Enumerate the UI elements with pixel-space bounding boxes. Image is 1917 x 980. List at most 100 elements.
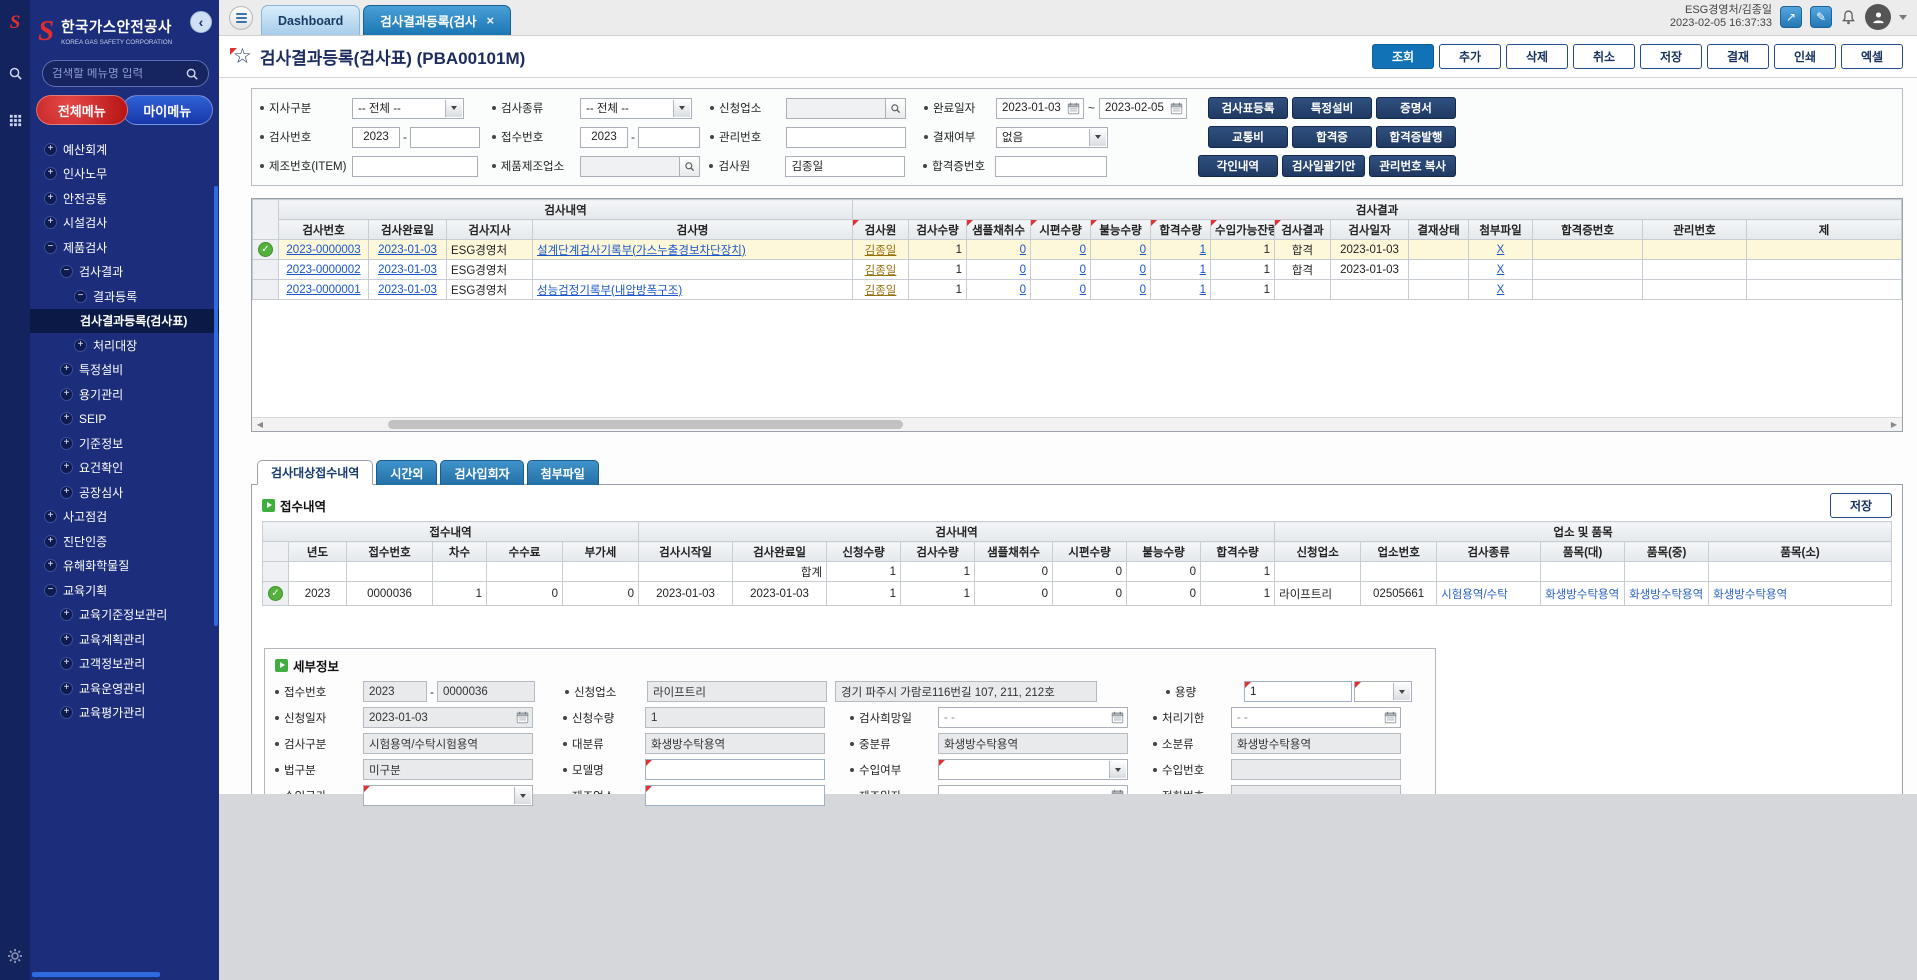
chevron-down-icon[interactable] (1089, 129, 1106, 146)
plus-icon[interactable] (44, 559, 57, 572)
maker-input[interactable] (580, 156, 680, 177)
scroll-right-arrow[interactable]: ▶ (1886, 418, 1902, 431)
all-menu-button[interactable]: 전체메뉴 (36, 95, 128, 125)
avatar[interactable] (1865, 4, 1891, 30)
complete-date-link[interactable]: 2023-01-03 (378, 284, 437, 296)
horizontal-scrollbar[interactable]: ◀ ▶ (252, 417, 1902, 431)
plus-icon[interactable] (60, 682, 73, 695)
sidebar-item[interactable]: 특정설비 (30, 358, 219, 383)
maker-input[interactable] (645, 785, 825, 806)
sidebar-item[interactable]: 인사노무 (30, 162, 219, 187)
chevron-down-icon[interactable] (1393, 683, 1410, 700)
my-menu-button[interactable]: 마이메뉴 (122, 95, 214, 125)
inspection-no-link[interactable]: 2023-0000003 (286, 244, 360, 256)
travel-fee-button[interactable]: 교통비 (1208, 126, 1288, 148)
complete-date-from[interactable]: 2023-01-03 (996, 98, 1084, 119)
cert-no-input[interactable] (995, 156, 1107, 177)
table-row[interactable]: 2023-0000002 2023-01-03 ESG경영처 김종일 1 0 0… (253, 260, 1902, 280)
sidebar-item[interactable]: 교육운영관리 (30, 676, 219, 701)
sidebar-item-current[interactable]: 검사결과등록(검사표) (30, 309, 219, 334)
certificate-button[interactable]: 증명서 (1376, 97, 1456, 119)
inspection-no-link[interactable]: 2023-0000001 (286, 284, 360, 296)
chevron-down-icon[interactable] (1899, 15, 1907, 20)
complete-date-link[interactable]: 2023-01-03 (378, 244, 437, 256)
plus-icon[interactable] (60, 461, 73, 474)
inspection-no-year-input[interactable] (352, 127, 400, 148)
plus-icon[interactable] (44, 192, 57, 205)
receipt-no-serial-input[interactable] (638, 127, 700, 148)
plus-icon[interactable] (60, 633, 73, 646)
receipt-no-year-input[interactable] (580, 127, 628, 148)
search-button[interactable]: 조회 (1372, 44, 1434, 69)
chevron-down-icon[interactable] (1109, 761, 1126, 778)
sidebar-item[interactable]: 안전공통 (30, 186, 219, 211)
attachment-link[interactable]: X (1497, 264, 1505, 276)
fail-link[interactable]: 0 (1140, 264, 1146, 276)
manage-no-copy-button[interactable]: 관리번호 복사 (1369, 155, 1456, 177)
row-select-cell[interactable] (253, 240, 279, 260)
inspection-kind-select[interactable]: -- 전체 -- (580, 98, 692, 119)
bell-icon[interactable] (1840, 9, 1857, 26)
engraving-history-button[interactable]: 각인내역 (1198, 155, 1278, 177)
sidebar-item[interactable]: 교육평가관리 (30, 701, 219, 726)
tab-receipt-detail[interactable]: 검사대상접수내역 (257, 460, 373, 485)
sidebar-horizontal-scrollbar[interactable] (32, 972, 160, 977)
sidebar-item[interactable]: 결과등록 (30, 284, 219, 309)
plus-icon[interactable] (60, 363, 73, 376)
maker-search-button[interactable] (680, 156, 700, 177)
inspector-link[interactable]: 김종일 (865, 265, 897, 277)
calendar-icon[interactable] (1170, 102, 1183, 115)
plus-icon[interactable] (60, 486, 73, 499)
attachment-link[interactable]: X (1497, 244, 1505, 256)
capacity-input[interactable]: 1 (1244, 681, 1352, 702)
model-input[interactable] (645, 759, 825, 780)
receipt-save-button[interactable]: 저장 (1830, 493, 1892, 518)
plus-icon[interactable] (60, 412, 73, 425)
sidebar-item[interactable]: 교육기준정보관리 (30, 603, 219, 628)
sidebar-item[interactable]: 예산회계 (30, 137, 219, 162)
applicant-search-button[interactable] (886, 98, 906, 119)
plus-icon[interactable] (44, 535, 57, 548)
import-yn-select[interactable] (938, 759, 1128, 780)
row-select-cell[interactable] (253, 280, 279, 300)
chevron-down-icon[interactable] (673, 100, 690, 117)
excel-button[interactable]: 엑셀 (1841, 44, 1903, 69)
save-button[interactable]: 저장 (1640, 44, 1702, 69)
menu-toggle-button[interactable] (229, 6, 253, 30)
delete-button[interactable]: 삭제 (1506, 44, 1568, 69)
sidebar-item[interactable]: 검사결과 (30, 260, 219, 285)
item-no-input[interactable] (352, 156, 478, 177)
applicant-input[interactable] (786, 98, 886, 119)
sidebar-item[interactable]: 교육계획관리 (30, 627, 219, 652)
sample-link[interactable]: 0 (1020, 264, 1026, 276)
inspection-name-link[interactable]: 설계단계검사기록부(가스누출경보차단장치) (537, 245, 746, 257)
sample-link[interactable]: 0 (1020, 244, 1026, 256)
sidebar-item[interactable]: 기준정보 (30, 431, 219, 456)
sidebar-collapse-button[interactable] (190, 11, 212, 33)
search-icon[interactable] (185, 67, 199, 81)
sample-link[interactable]: 0 (1020, 284, 1026, 296)
complete-date-link[interactable]: 2023-01-03 (378, 264, 437, 276)
plus-icon[interactable] (60, 608, 73, 621)
sidebar-item[interactable]: SEIP (30, 407, 219, 432)
favorite-star-icon[interactable] (233, 47, 252, 67)
attachment-link[interactable]: X (1497, 284, 1505, 296)
sidebar-item[interactable]: 처리대장 (30, 333, 219, 358)
inspection-no-serial-input[interactable] (410, 127, 480, 148)
edit-icon[interactable] (1810, 6, 1832, 28)
open-window-icon[interactable] (1780, 6, 1802, 28)
scrollbar-thumb[interactable] (388, 420, 903, 429)
sidebar-item[interactable]: 제품검사 (30, 235, 219, 260)
sidebar-item[interactable]: 요건확인 (30, 456, 219, 481)
menu-search-box[interactable] (42, 60, 209, 87)
pass-certificate-issue-button[interactable]: 합격증발행 (1376, 126, 1456, 148)
scroll-left-arrow[interactable]: ◀ (252, 418, 268, 431)
fail-link[interactable]: 0 (1140, 284, 1146, 296)
calendar-icon[interactable] (1384, 711, 1397, 724)
approval-select[interactable]: 없음 (996, 127, 1108, 148)
calendar-icon[interactable] (1067, 102, 1080, 115)
plus-icon[interactable] (60, 437, 73, 450)
branch-select[interactable]: -- 전체 -- (352, 98, 464, 119)
tab-current-page[interactable]: 검사결과등록(검사 (363, 5, 511, 35)
approve-button[interactable]: 결재 (1707, 44, 1769, 69)
